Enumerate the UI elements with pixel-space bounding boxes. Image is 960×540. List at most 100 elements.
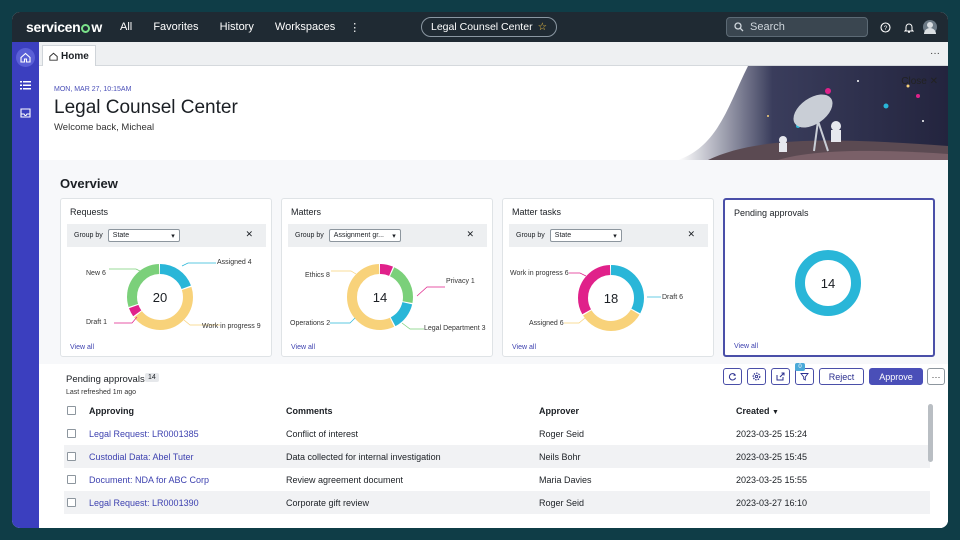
svg-text:?: ?: [883, 25, 887, 32]
export-icon: [776, 372, 785, 381]
column-header-created[interactable]: Created ▼: [736, 406, 779, 416]
sort-desc-icon: ▼: [772, 409, 779, 416]
filter-count-badge: 0: [795, 363, 805, 371]
count-badge: 14: [145, 373, 159, 382]
column-header[interactable]: Approver: [539, 406, 579, 416]
select-all-checkbox[interactable]: [67, 406, 76, 415]
label-leaders: [109, 262, 220, 326]
legend-label: Assigned 6: [529, 320, 564, 327]
search-placeholder: Search: [750, 21, 785, 33]
comments-cell: Corporate gift review: [286, 497, 370, 508]
export-button[interactable]: [771, 368, 790, 385]
more-actions-button[interactable]: ···: [927, 368, 945, 385]
inbox-icon[interactable]: [16, 103, 35, 122]
table-header: Approving Comments Approver Created ▼: [64, 402, 930, 420]
legend-label: Draft 6: [662, 294, 684, 301]
row-checkbox[interactable]: [67, 429, 76, 438]
comments-cell: Data collected for internal investigatio…: [286, 451, 441, 462]
legend-label: Draft 1: [86, 319, 108, 326]
row-checkbox[interactable]: [67, 475, 76, 484]
welcome-message: Welcome back, Micheal: [54, 122, 155, 133]
view-all-link[interactable]: View all: [734, 343, 758, 350]
table-row[interactable]: Document: NDA for ABC Corp Review agreem…: [64, 468, 930, 491]
approving-link[interactable]: Custodial Data: Abel Tuter: [89, 452, 194, 462]
last-refreshed: Last refreshed 1m ago: [66, 389, 137, 396]
created-cell: 2023-03-25 15:55: [736, 474, 808, 485]
search-icon: [734, 22, 744, 32]
approver-cell: Roger Seid: [539, 428, 585, 439]
workspace-pill[interactable]: Legal Counsel Center ☆: [421, 17, 557, 37]
nav-favorites[interactable]: Favorites: [153, 21, 198, 33]
legend-label: Work in progress 6: [510, 270, 569, 277]
list-title: Pending approvals: [66, 374, 145, 385]
card-matters: Matters Group by Assignment gr... ▾ ✕ 14 …: [281, 198, 493, 357]
tab-home-label: Home: [61, 50, 89, 62]
approve-button[interactable]: Approve: [869, 368, 923, 385]
user-avatar[interactable]: [923, 20, 937, 34]
filter-icon: [800, 373, 809, 381]
space-illustration: [678, 66, 948, 160]
settings-button[interactable]: [747, 368, 766, 385]
home-icon[interactable]: [16, 48, 35, 67]
approver-cell: Neils Bohr: [539, 451, 581, 462]
notifications-bell-icon[interactable]: [902, 20, 916, 34]
table-row[interactable]: Legal Request: LR0001390 Corporate gift …: [64, 491, 930, 514]
hero-date: MON, MAR 27, 10:15AM: [54, 86, 132, 93]
table-scrollbar[interactable]: [928, 404, 933, 462]
legend-label: New 6: [86, 270, 106, 277]
card-title: Pending approvals: [734, 208, 809, 218]
tab-bar: Home ···: [39, 42, 948, 66]
star-icon[interactable]: ☆: [538, 21, 547, 33]
legend-label: Privacy 1: [446, 278, 475, 285]
left-sidebar: [12, 42, 39, 528]
list-icon[interactable]: [16, 76, 35, 95]
servicenow-logo[interactable]: servicen w: [26, 19, 102, 35]
card-requests: Requests Group by State ▾ ✕ 20 Assigned 4…: [60, 198, 272, 357]
view-all-link[interactable]: View all: [70, 344, 94, 351]
pending-approvals-donut-chart[interactable]: 14: [792, 247, 864, 319]
comments-cell: Review agreement document: [286, 474, 404, 485]
approving-link[interactable]: Legal Request: LR0001390: [89, 498, 199, 508]
view-all-link[interactable]: View all: [291, 344, 315, 351]
refresh-button[interactable]: [723, 368, 742, 385]
table-row[interactable]: Legal Request: LR0001385 Conflict of int…: [64, 422, 930, 445]
top-navigation-bar: servicen w All Favorites History Workspac…: [12, 12, 948, 42]
legend-label: Legal Department 3: [424, 325, 486, 332]
donut-total: 14: [821, 276, 835, 291]
column-header[interactable]: Approving: [89, 406, 134, 416]
legend-label: Operations 2: [290, 320, 331, 327]
approving-link[interactable]: Document: NDA for ABC Corp: [89, 475, 209, 485]
view-all-link[interactable]: View all: [512, 344, 536, 351]
page-title: Legal Counsel Center: [54, 97, 238, 118]
column-header[interactable]: Comments: [286, 406, 333, 416]
row-checkbox[interactable]: [67, 452, 76, 461]
main-nav: All Favorites History Workspaces: [120, 21, 353, 33]
reject-button[interactable]: Reject: [819, 368, 864, 385]
close-button[interactable]: Close ✕: [901, 76, 938, 87]
nav-all[interactable]: All: [120, 21, 132, 33]
comments-cell: Conflict of interest: [286, 428, 359, 439]
search-input[interactable]: Search: [726, 17, 868, 37]
nav-history[interactable]: History: [220, 21, 254, 33]
created-cell: 2023-03-25 15:24: [736, 428, 808, 439]
overview-heading: Overview: [60, 176, 118, 191]
help-icon[interactable]: ?: [878, 20, 892, 34]
hero-banner: MON, MAR 27, 10:15AM Legal Counsel Cente…: [39, 66, 948, 160]
card-pending-approvals[interactable]: Pending approvals 14 View all: [723, 198, 935, 357]
more-menu-icon[interactable]: ⋮: [349, 21, 360, 34]
nav-workspaces[interactable]: Workspaces: [275, 21, 335, 33]
workspace-name: Legal Counsel Center: [431, 21, 533, 33]
approver-cell: Roger Seid: [539, 497, 585, 508]
label-leaders: [564, 272, 661, 324]
legend-label: Ethics 8: [305, 272, 330, 279]
legend-label: Assigned 4: [217, 259, 252, 266]
main-content: MON, MAR 27, 10:15AM Legal Counsel Cente…: [39, 66, 948, 528]
tab-home[interactable]: Home: [42, 45, 96, 66]
home-tab-icon: [49, 52, 58, 61]
row-checkbox[interactable]: [67, 498, 76, 507]
legend-label: Work in progress 9: [202, 323, 261, 330]
approving-link[interactable]: Legal Request: LR0001385: [89, 429, 199, 439]
tab-overflow-icon[interactable]: ···: [930, 48, 940, 59]
table-row[interactable]: Custodial Data: Abel Tuter Data collecte…: [64, 445, 930, 468]
refresh-icon: [728, 373, 737, 381]
